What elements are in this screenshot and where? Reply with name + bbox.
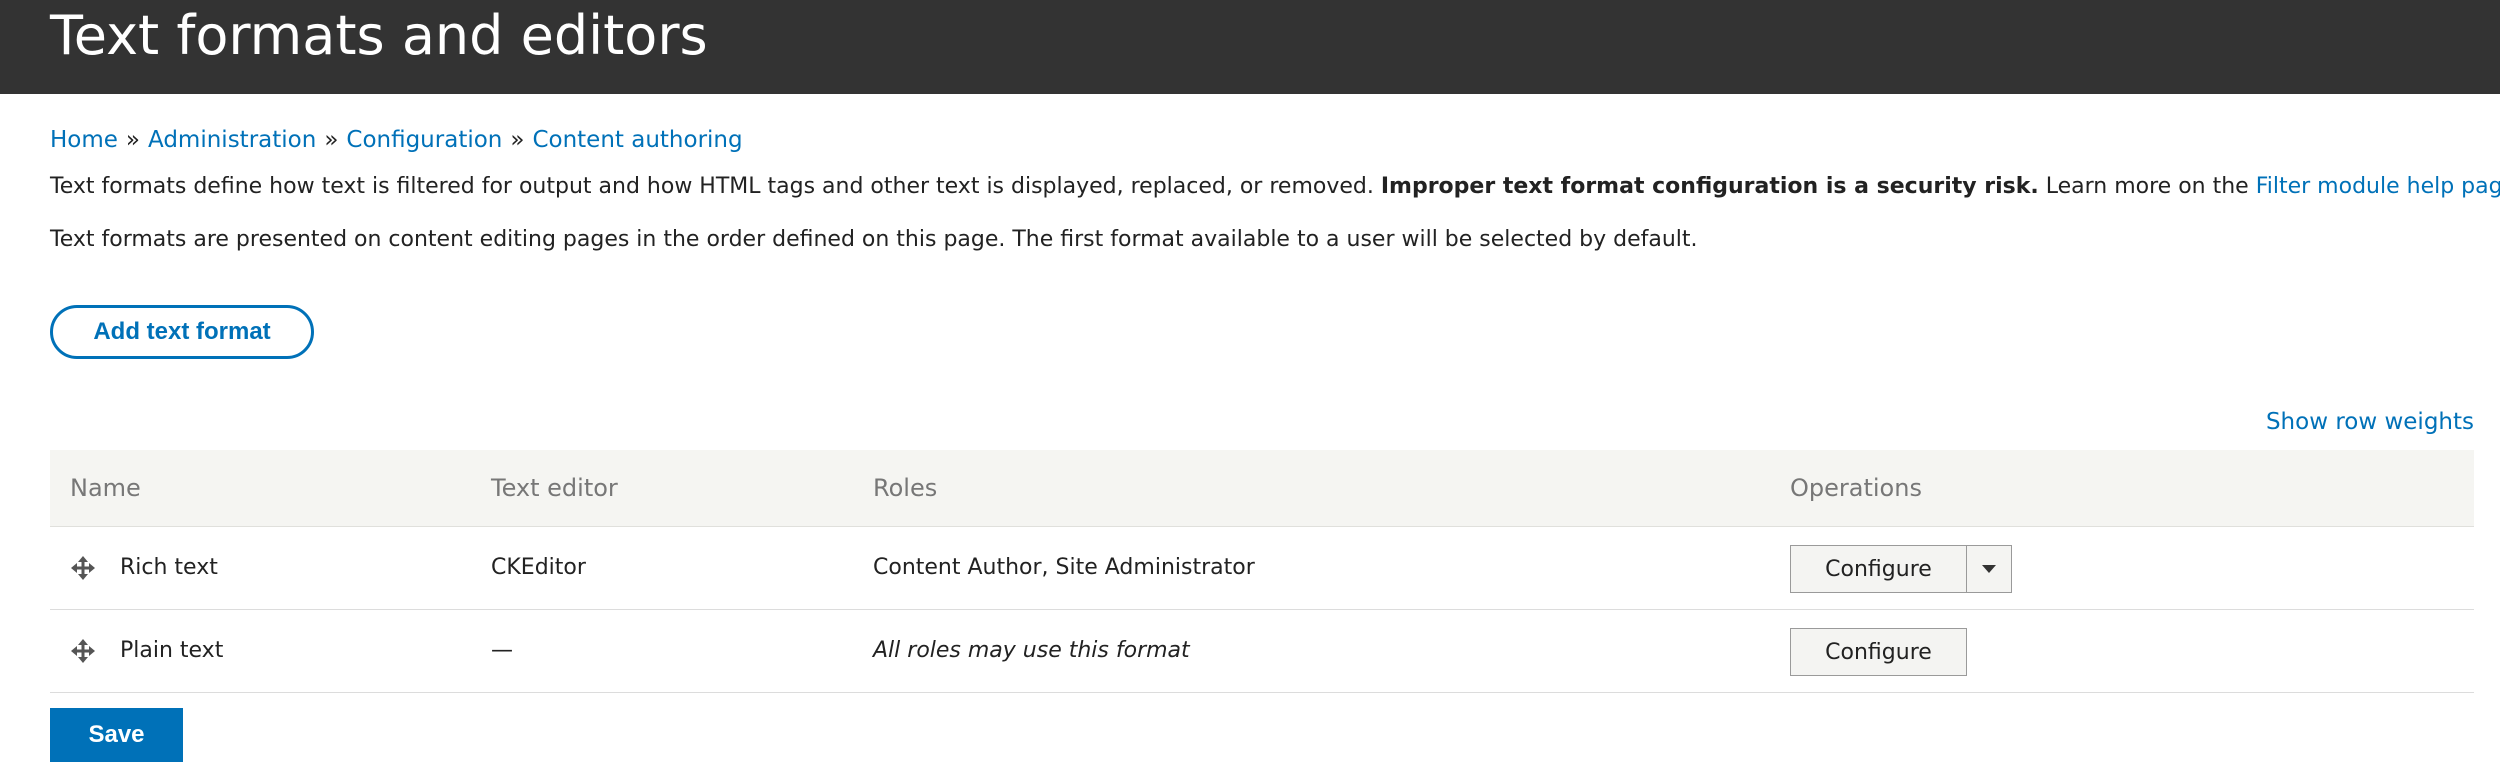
help-text-intro: Text formats define how text is filtered…: [50, 174, 1381, 199]
help-text-learn-more: Learn more on the: [2038, 174, 2256, 199]
text-formats-table: Name Text editor Roles Operations Rich t…: [50, 450, 2474, 693]
breadcrumb-separator: »: [125, 127, 140, 153]
security-warning: Improper text format configuration is a …: [1380, 174, 2039, 199]
page-title: Text formats and editors: [50, 4, 708, 67]
move-icon[interactable]: [70, 638, 96, 664]
filter-module-help-link[interactable]: Filter module help page: [2256, 174, 2500, 199]
add-text-format-button[interactable]: Add text format: [50, 305, 314, 359]
column-header-name: Name: [70, 474, 141, 502]
caret-down-icon: [1982, 565, 1996, 573]
operations-dropbutton: Configure: [1790, 628, 1967, 676]
breadcrumb-configuration-link[interactable]: Configuration: [346, 127, 502, 153]
format-name: Plain text: [120, 638, 224, 663]
format-editor: —: [491, 638, 513, 663]
save-button[interactable]: Save: [50, 708, 183, 762]
column-header-text-editor: Text editor: [491, 474, 618, 502]
configure-button[interactable]: Configure: [1790, 545, 1967, 593]
table-row: Plain text — All roles may use this form…: [50, 610, 2474, 693]
operations-dropbutton: Configure: [1790, 545, 2012, 593]
breadcrumb-administration-link[interactable]: Administration: [148, 127, 316, 153]
column-header-roles: Roles: [873, 474, 938, 502]
breadcrumb-home-link[interactable]: Home: [50, 127, 118, 153]
format-roles: All roles may use this format: [873, 638, 1190, 663]
breadcrumb-separator: »: [324, 127, 339, 153]
format-editor: CKEditor: [491, 555, 586, 580]
help-text-order: Text formats are presented on content ed…: [50, 227, 1698, 252]
help-text-security: Text formats define how text is filtered…: [50, 172, 2500, 202]
show-row-weights-link[interactable]: Show row weights: [2266, 407, 2474, 437]
configure-button[interactable]: Configure: [1790, 628, 1967, 676]
column-header-operations: Operations: [1790, 474, 1922, 502]
format-name: Rich text: [120, 555, 218, 580]
breadcrumb-separator: »: [510, 127, 525, 153]
breadcrumb: Home » Administration » Configuration » Conten…: [50, 125, 743, 155]
breadcrumb-content-authoring-link[interactable]: Content authoring: [532, 127, 742, 153]
format-roles: Content Author, Site Administrator: [873, 555, 1255, 580]
move-icon[interactable]: [70, 555, 96, 581]
table-header: Name Text editor Roles Operations: [50, 450, 2474, 527]
operations-dropdown-toggle[interactable]: [1967, 545, 2012, 593]
table-row: Rich text CKEditor Content Author, Site …: [50, 527, 2474, 610]
page-header: Text formats and editors: [0, 0, 2500, 94]
